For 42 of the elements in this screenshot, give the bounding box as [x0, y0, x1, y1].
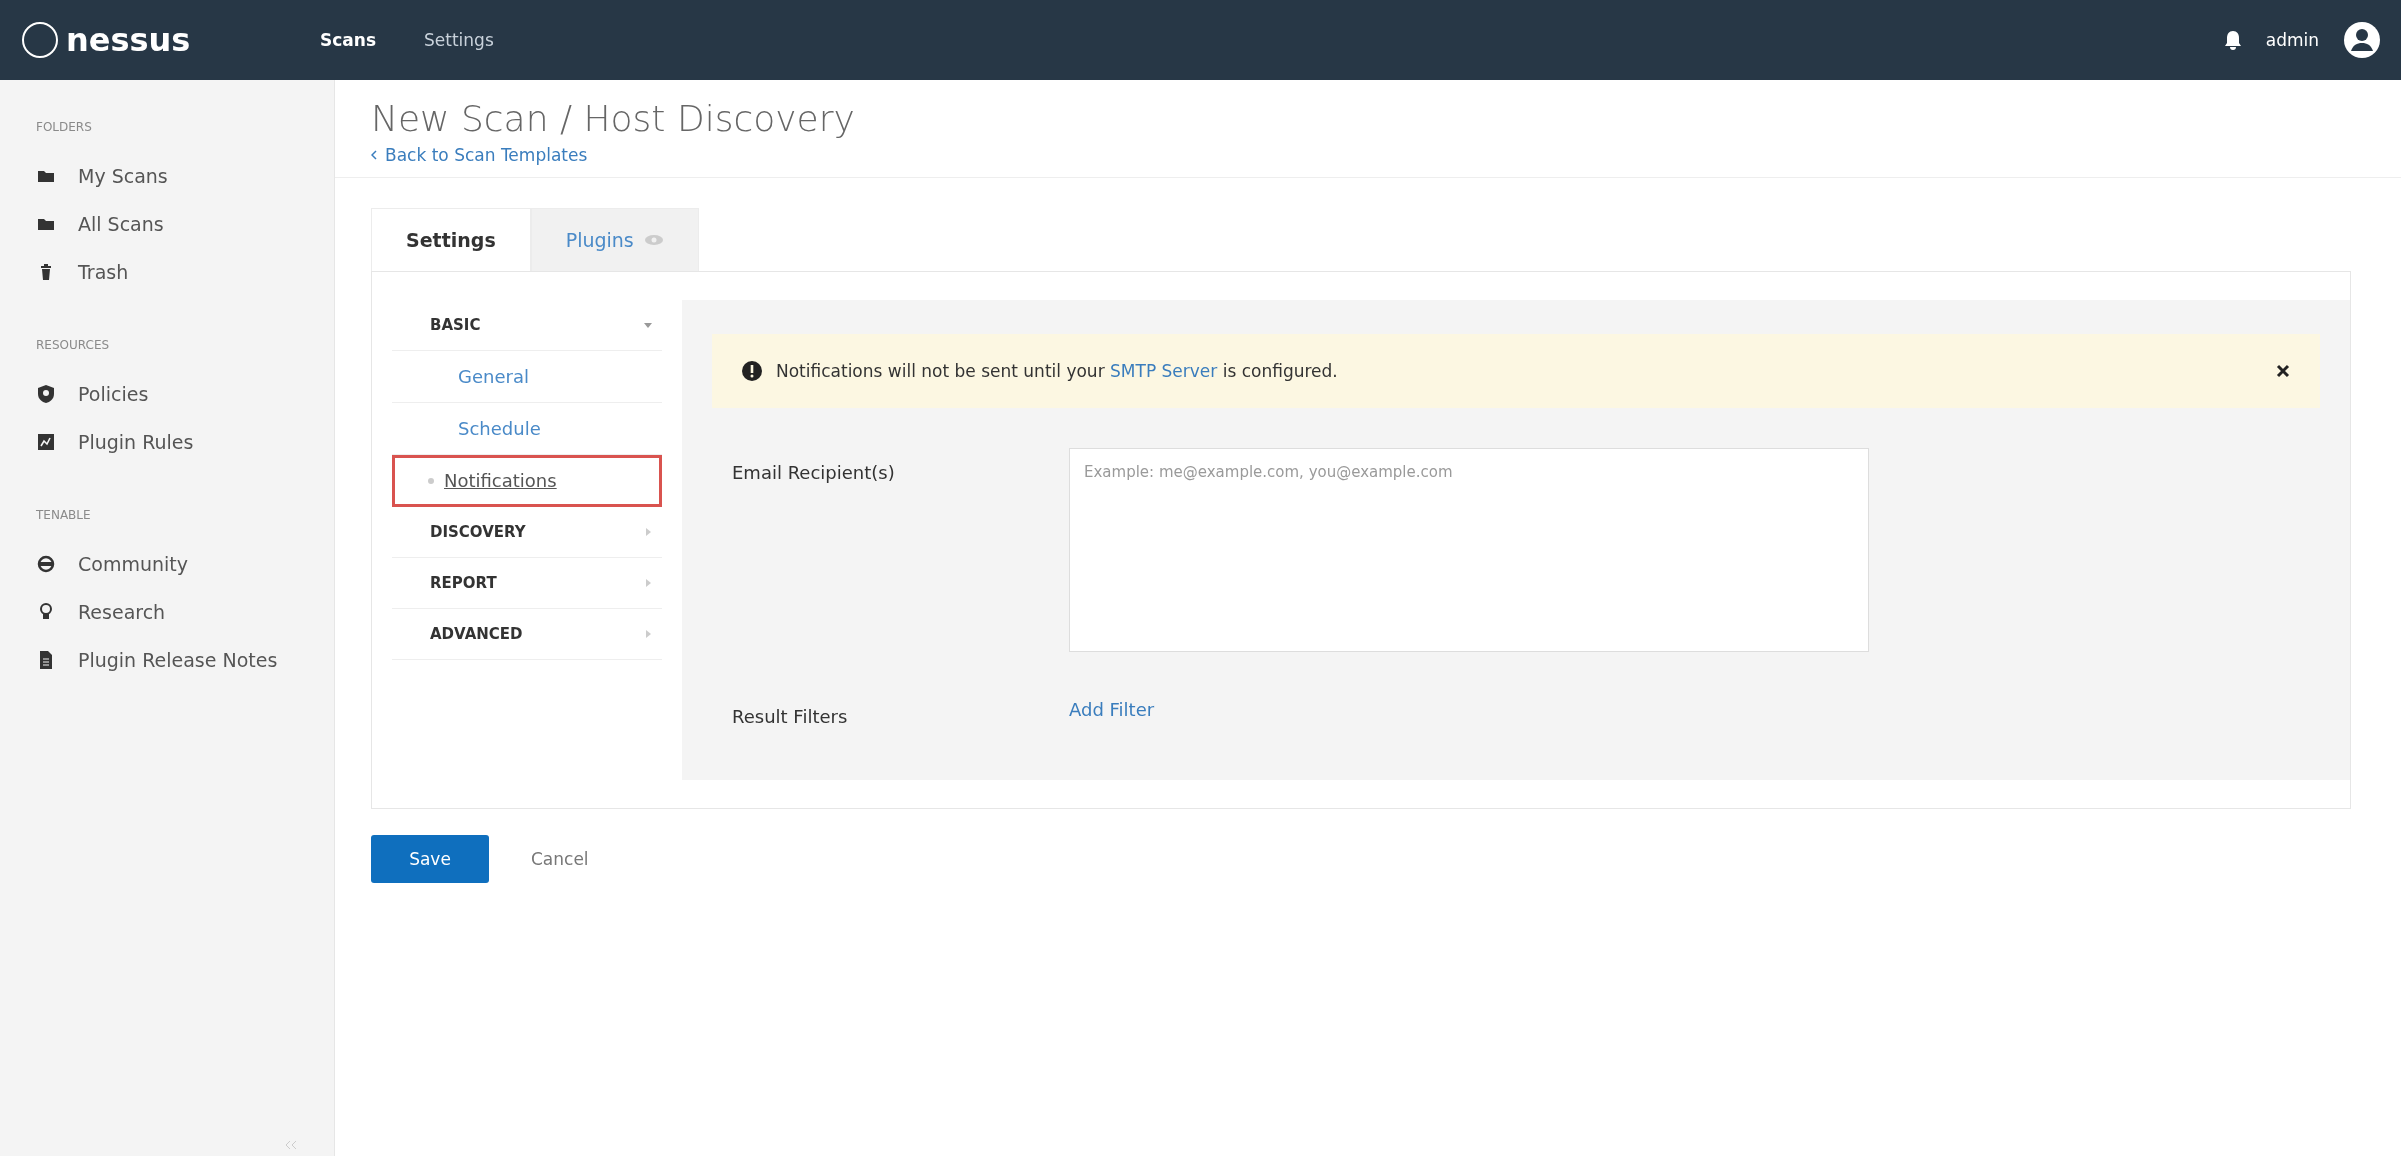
smtp-link[interactable]: SMTP Server — [1110, 361, 1218, 381]
cancel-button[interactable]: Cancel — [525, 848, 595, 870]
menu-item[interactable]: Notifications — [392, 455, 662, 507]
section-heading: TENABLE — [36, 508, 92, 522]
menu-section[interactable]: DISCOVERY — [392, 507, 662, 558]
add-filter-link[interactable]: Add Filter — [1069, 699, 1155, 720]
menu-section[interactable]: REPORT — [392, 558, 662, 609]
chart-icon — [36, 432, 56, 452]
sidebar-item[interactable]: Trash — [36, 248, 334, 296]
email-field[interactable]: Example: me@example.com, you@example.com — [1069, 448, 1869, 652]
nav-tab[interactable]: Scans — [320, 30, 376, 50]
shield-icon — [36, 384, 56, 404]
exclamation-icon — [742, 361, 762, 381]
page-title: New Scan / Host Discovery — [371, 98, 856, 139]
sidebar-item[interactable]: Community — [36, 540, 334, 588]
field-label: Result Filters — [731, 705, 849, 727]
menu-section[interactable]: BASIC — [392, 300, 662, 351]
logo-icon — [20, 20, 60, 60]
bell-icon[interactable] — [2223, 30, 2242, 50]
sidebar-item[interactable]: All Scans — [36, 200, 334, 248]
tab[interactable]: Settings — [371, 208, 531, 271]
logo-text: nessus — [66, 21, 191, 59]
menu-item[interactable]: Schedule — [392, 403, 662, 455]
user-avatar-icon[interactable] — [2343, 21, 2381, 59]
field-label: Email Recipient(s) — [731, 461, 896, 485]
menu-section[interactable]: ADVANCED — [392, 609, 662, 660]
menu-item[interactable]: General — [392, 351, 662, 403]
sidebar-item[interactable]: Plugin Release Notes — [36, 636, 334, 684]
sidebar-item[interactable]: Plugin Rules — [36, 418, 334, 466]
section-heading: RESOURCES — [36, 338, 111, 352]
nav-tab[interactable]: Settings — [424, 30, 494, 50]
save-button[interactable]: Save — [371, 835, 489, 883]
chevron-left-icon — [371, 150, 377, 160]
sidebar-item[interactable]: Research — [36, 588, 334, 636]
sidebar-item[interactable]: Policies — [36, 370, 334, 418]
back-link[interactable]: Back to Scan Templates — [371, 145, 588, 165]
warning-text: Notifications will not be sent until your SMTP Server is configured. — [776, 361, 1339, 381]
close-icon[interactable] — [2276, 364, 2290, 378]
sidebar-item[interactable]: My Scans — [36, 152, 334, 200]
user-name[interactable]: admin — [2265, 30, 2319, 50]
section-heading: FOLDERS — [36, 120, 93, 134]
eye-icon — [643, 234, 664, 246]
